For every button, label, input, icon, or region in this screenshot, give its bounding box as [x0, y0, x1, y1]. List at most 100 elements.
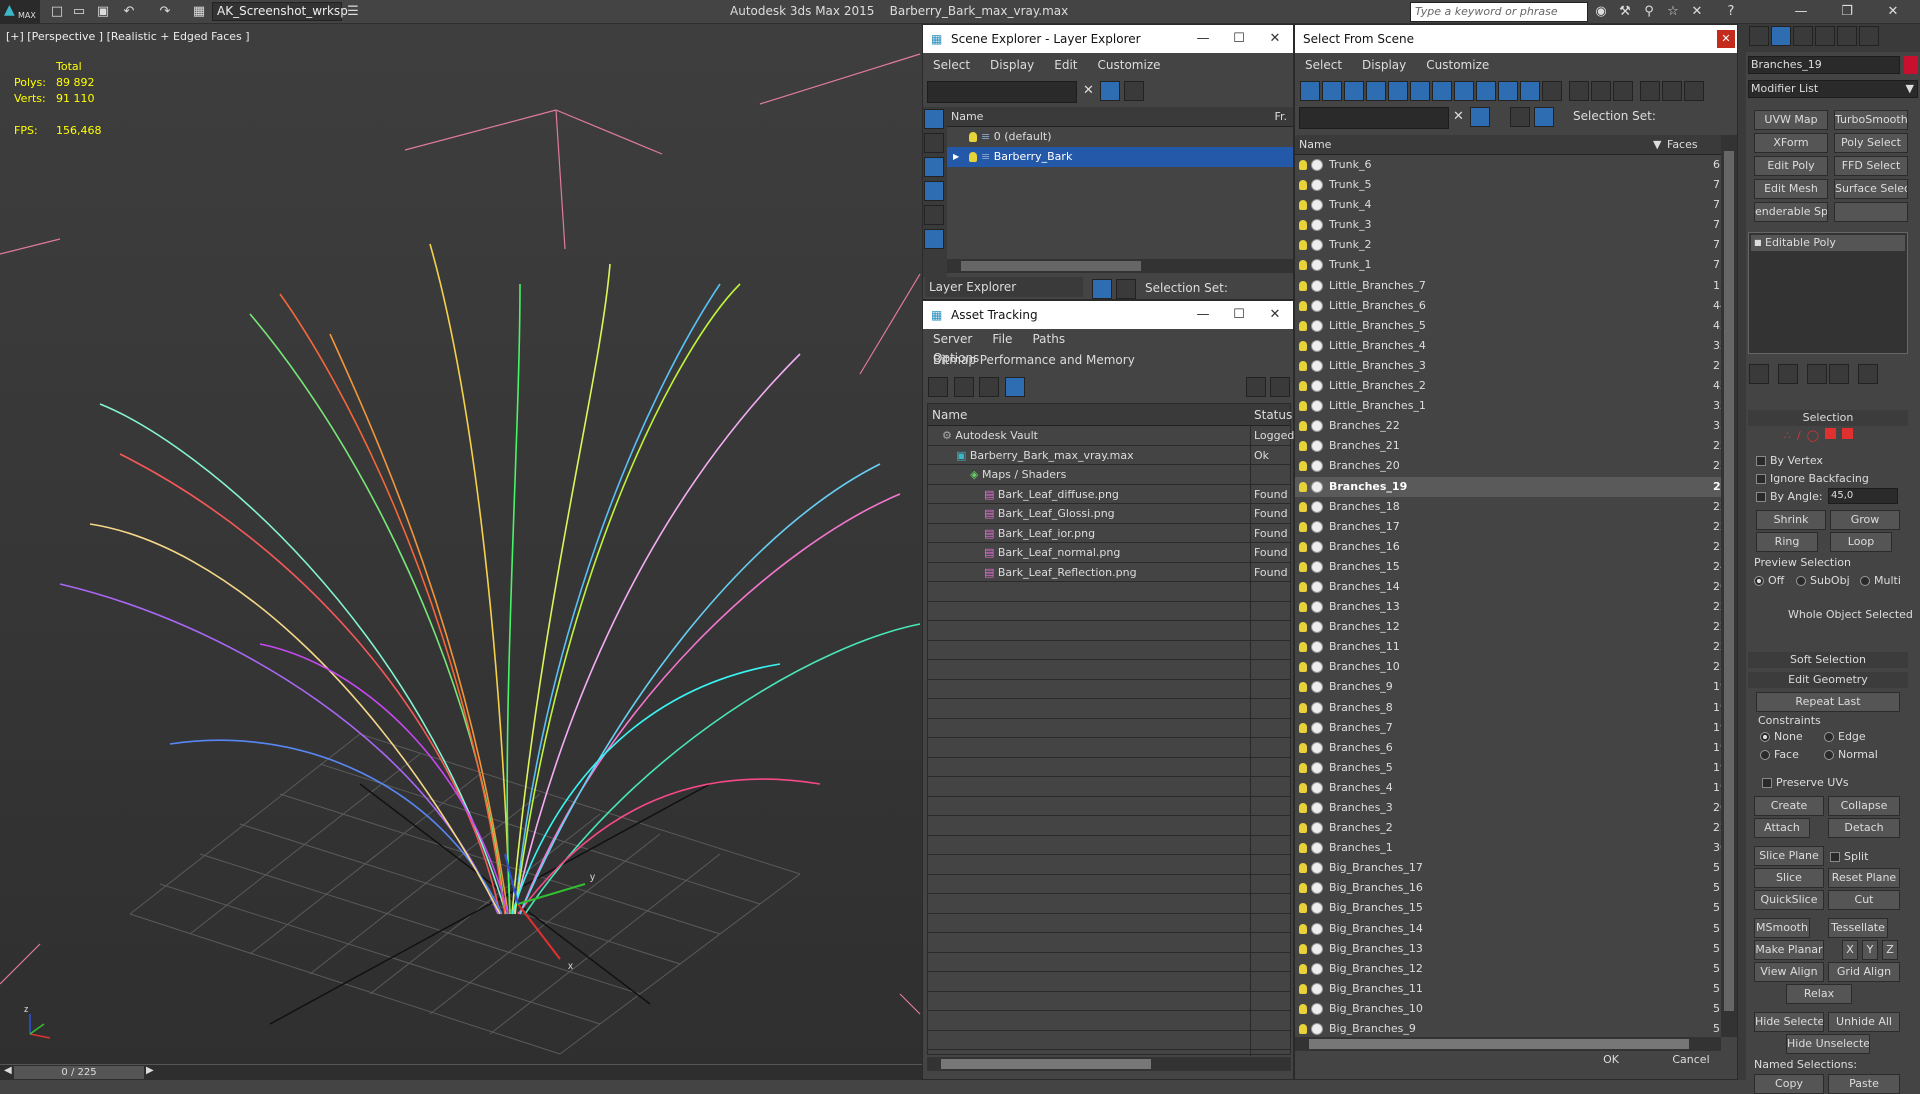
minimize-icon[interactable]: — — [1185, 25, 1221, 53]
slice-plane-button[interactable]: Slice Plane — [1754, 846, 1824, 866]
object-row[interactable]: Branches_14 20 — [1295, 577, 1721, 597]
object-row[interactable]: Trunk_2 7 — [1295, 235, 1721, 255]
filter-helpers-icon[interactable] — [1388, 81, 1408, 101]
layer-list-header[interactable]: Name Fr. — [947, 107, 1293, 127]
light-bulb-icon[interactable] — [1299, 1024, 1307, 1035]
filter-xrefs-icon[interactable] — [1454, 81, 1474, 101]
light-bulb-icon[interactable] — [1299, 501, 1307, 512]
light-bulb-icon[interactable] — [1299, 240, 1307, 251]
object-row[interactable]: Trunk_3 7 — [1295, 215, 1721, 235]
object-row[interactable]: Trunk_6 6 — [1295, 155, 1721, 175]
msmooth-button[interactable]: MSmooth — [1754, 918, 1810, 938]
stack-item-editable-poly[interactable]: ■ Editable Poly — [1751, 235, 1905, 251]
find-filter-icon[interactable] — [1470, 107, 1490, 127]
light-bulb-icon[interactable] — [1299, 622, 1307, 633]
asset-row[interactable]: ▤ Bark_Leaf_Glossi.png Found — [928, 504, 1290, 524]
refresh-icon[interactable] — [928, 377, 948, 397]
planar-y-button[interactable]: Y — [1862, 940, 1878, 960]
object-row[interactable]: Little_Branches_1 32 — [1295, 396, 1721, 416]
object-row[interactable]: Branches_10 23 — [1295, 657, 1721, 677]
modifier-button[interactable]: Edit Poly — [1754, 156, 1828, 176]
light-bulb-icon[interactable] — [1299, 903, 1307, 914]
element-mode-icon[interactable] — [1842, 428, 1854, 439]
display-none-icon[interactable] — [924, 109, 944, 129]
light-bulb-icon[interactable] — [1299, 662, 1307, 673]
communication-icon[interactable]: ⚲ — [1640, 3, 1658, 21]
asset-tracking-titlebar[interactable]: ▦ Asset Tracking — ☐ ✕ — [923, 301, 1293, 329]
object-row[interactable]: Big_Branches_14 5 — [1295, 919, 1721, 939]
object-row[interactable]: Little_Branches_4 32 — [1295, 336, 1721, 356]
display-shapes-icon[interactable] — [924, 157, 944, 177]
asset-row[interactable]: ◈ Maps / Shaders — [928, 465, 1290, 485]
object-row[interactable]: Little_Branches_5 45 — [1295, 316, 1721, 336]
object-row[interactable]: Branches_5 19 — [1295, 758, 1721, 778]
light-bulb-icon[interactable] — [1299, 1003, 1307, 1014]
object-row[interactable]: Big_Branches_17 5 — [1295, 858, 1721, 878]
make-planar-button[interactable]: Make Planar — [1754, 940, 1824, 960]
close-icon[interactable]: ✕ — [1257, 301, 1293, 329]
maximize-icon[interactable]: ☐ — [1221, 301, 1257, 329]
object-row[interactable]: Branches_11 22 — [1295, 637, 1721, 657]
menu-select[interactable]: Select — [1295, 53, 1352, 77]
light-bulb-icon[interactable] — [1299, 360, 1307, 371]
light-bulb-icon[interactable] — [1299, 200, 1307, 211]
scene-explorer-titlebar[interactable]: ▦ Scene Explorer - Layer Explorer — ☐ ✕ — [923, 25, 1293, 53]
light-bulb-icon[interactable] — [1299, 260, 1307, 271]
asset-row[interactable]: ▣ Barberry_Bark_max_vray.max Ok — [928, 446, 1290, 465]
open-folder-icon[interactable]: ▭ — [70, 3, 88, 21]
object-row[interactable]: Little_Branches_6 44 — [1295, 296, 1721, 316]
grow-button[interactable]: Grow — [1830, 510, 1900, 530]
hierarchy-display-icon[interactable] — [1534, 107, 1554, 127]
collapse-button[interactable]: Collapse — [1828, 796, 1900, 816]
object-row[interactable]: Big_Branches_9 5 — [1295, 1019, 1721, 1037]
split-checkbox[interactable]: Split — [1830, 850, 1868, 863]
detach-button[interactable]: Detach — [1828, 818, 1900, 838]
light-bulb-icon[interactable] — [1299, 823, 1307, 834]
display-helpers-icon[interactable] — [924, 229, 944, 249]
asset-table-header[interactable]: Name Status — [928, 404, 1292, 426]
object-row[interactable]: Branches_22 35 — [1295, 416, 1721, 436]
preview-multi-radio[interactable]: Multi — [1860, 574, 1901, 587]
light-bulb-icon[interactable] — [1299, 762, 1307, 773]
object-row[interactable]: Branches_1 30 — [1295, 838, 1721, 858]
list-view-icon[interactable] — [953, 377, 974, 397]
menu-file[interactable]: File — [982, 329, 1022, 349]
modifier-button[interactable] — [1834, 202, 1908, 222]
display-none-icon[interactable] — [1591, 81, 1611, 101]
save-icon[interactable]: ▣ — [94, 3, 112, 21]
object-row[interactable]: Trunk_1 7 — [1295, 255, 1721, 275]
filter-groups-icon[interactable] — [1432, 81, 1452, 101]
slice-button[interactable]: Slice — [1754, 868, 1824, 888]
light-bulb-icon[interactable] — [1299, 521, 1307, 532]
display-cameras-icon[interactable] — [924, 205, 944, 225]
light-bulb-icon[interactable] — [1299, 441, 1307, 452]
light-bulb-icon[interactable] — [1299, 340, 1307, 351]
modifier-button[interactable]: XForm — [1754, 133, 1828, 153]
light-bulb-icon[interactable] — [1299, 883, 1307, 894]
light-bulb-icon[interactable] — [1299, 220, 1307, 231]
layer-h-scrollbar[interactable] — [947, 259, 1293, 273]
select-from-scene-window[interactable]: Select From Scene ✕ Select Display Customiz… — [1294, 24, 1738, 1080]
object-row[interactable]: Branches_18 22 — [1295, 497, 1721, 517]
light-bulb-icon[interactable] — [1299, 702, 1307, 713]
menu-options[interactable]: Options — [923, 349, 989, 367]
object-color-swatch[interactable] — [1904, 56, 1918, 74]
create-tab-icon[interactable] — [1749, 26, 1769, 46]
constraint-face-radio[interactable]: Face — [1760, 748, 1799, 761]
asset-settings-icon[interactable] — [1270, 377, 1290, 397]
scene-explorer-search[interactable] — [927, 81, 1077, 103]
prev-frame-icon[interactable]: ◀ — [4, 1065, 12, 1076]
object-row[interactable]: Branches_9 19 — [1295, 677, 1721, 697]
light-bulb-icon[interactable] — [1299, 863, 1307, 874]
favorites-icon[interactable]: ☆ — [1664, 3, 1682, 21]
filter-bones-icon[interactable] — [1476, 81, 1496, 101]
object-row[interactable]: Big_Branches_15 5 — [1295, 898, 1721, 918]
object-row[interactable]: Branches_20 22 — [1295, 456, 1721, 476]
modifier-button[interactable]: FFD Select — [1834, 156, 1908, 176]
undo-icon[interactable]: ↶ — [120, 3, 138, 21]
workspace-menu-icon[interactable]: ☰ — [344, 3, 362, 21]
maximize-icon[interactable]: ☐ — [1221, 25, 1257, 53]
menu-paths[interactable]: Paths — [1022, 329, 1075, 349]
scene-explorer-window[interactable]: ▦ Scene Explorer - Layer Explorer — ☐ ✕ Sele… — [922, 24, 1294, 300]
object-row[interactable]: Big_Branches_11 5 — [1295, 979, 1721, 999]
